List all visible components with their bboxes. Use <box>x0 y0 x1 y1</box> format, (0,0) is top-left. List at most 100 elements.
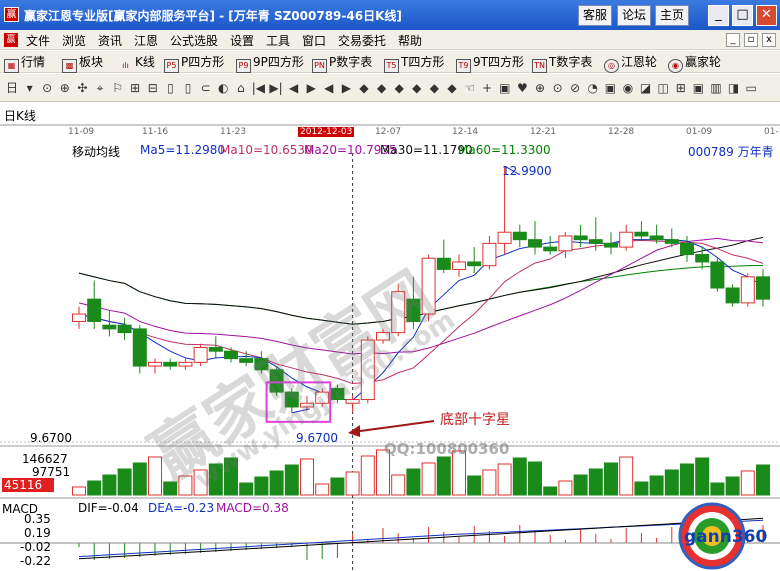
candle-body <box>664 239 679 244</box>
menu-jiangen[interactable]: 江恩 <box>134 32 158 49</box>
tool-quotes[interactable]: ▦ 行情 <box>4 54 45 73</box>
p-table-icon: PN <box>312 59 327 73</box>
forum-button[interactable]: 论坛 <box>617 5 651 26</box>
drawing-tool-icon[interactable]: + <box>479 79 495 97</box>
menu-tools[interactable]: 工具 <box>266 32 290 49</box>
tool-t-table[interactable]: TN T数字表 <box>532 54 592 73</box>
drawing-tool-icon[interactable]: ⊕ <box>532 79 548 97</box>
drawing-tool-icon[interactable]: ◆ <box>356 79 372 97</box>
drawing-tool-icon[interactable]: ◆ <box>409 79 425 97</box>
tool-jiangen-wheel[interactable]: ◎ 江恩轮 <box>604 54 657 73</box>
drawing-tool-icon[interactable]: ◪ <box>638 79 654 97</box>
t-square-icon: T5 <box>384 59 399 73</box>
menu-trading[interactable]: 交易委托 <box>338 32 386 49</box>
volume-bar <box>482 469 497 496</box>
drawing-tool-icon[interactable]: ⊞ <box>127 79 143 97</box>
tool-9p-square[interactable]: P9 9P四方形 <box>236 54 304 73</box>
volume-bar <box>360 455 375 496</box>
menu-formula[interactable]: 公式选股 <box>170 32 218 49</box>
candle-body <box>208 346 223 352</box>
drawing-tool-icon[interactable]: ▯ <box>180 79 196 97</box>
drawing-tool-icon[interactable]: ◔ <box>585 79 601 97</box>
drawing-tool-icon[interactable]: ⊙ <box>39 79 55 97</box>
menu-file[interactable]: 文件 <box>26 32 50 49</box>
service-button[interactable]: 客服 <box>578 5 612 26</box>
drawing-tool-icon[interactable]: ◆ <box>391 79 407 97</box>
volume-bar <box>436 456 451 496</box>
drawing-tool-icon[interactable]: ▣ <box>602 79 618 97</box>
close-icon[interactable]: ✕ <box>756 5 777 26</box>
tool-p-square[interactable]: P5 P四方形 <box>164 54 224 73</box>
drawing-tool-icon[interactable]: ▣ <box>690 79 706 97</box>
volume-bar <box>284 464 299 496</box>
drawing-tool-icon[interactable]: ◀ <box>321 79 337 97</box>
macd-axis-tick: -0.02 <box>20 540 52 554</box>
drawing-tool-icon[interactable]: ▥ <box>708 79 724 97</box>
tool-kline[interactable]: ılı K线 <box>118 54 155 70</box>
tool-kline-label: K线 <box>135 55 155 69</box>
drawing-tool-icon[interactable]: ◐ <box>215 79 231 97</box>
tool-p-table[interactable]: PN P数字表 <box>312 54 372 73</box>
minimize-icon[interactable]: _ <box>708 5 729 26</box>
menu-browse[interactable]: 浏览 <box>62 32 86 49</box>
maximize-icon[interactable]: □ <box>732 5 753 26</box>
drawing-tool-icon[interactable]: ✣ <box>74 79 90 97</box>
tool-sectors[interactable]: ▩ 板块 <box>62 54 103 73</box>
drawing-tool-icon[interactable]: |◀ <box>250 79 266 97</box>
price-axis-low: 9.6700 <box>30 431 72 445</box>
drawing-tool-icon[interactable]: ⊟ <box>145 79 161 97</box>
tool-winner-wheel[interactable]: ◉ 赢家轮 <box>668 54 721 73</box>
toolbar-drawing: 日 ▾ ⊙ ⊕ ✣ ⌖ ⚐ ⊞ ⊟ ▯ ▯ ⊂ ◐ ⌂ |◀ ▶| ◀ ▶ ◀ ▶ ◆ ◆ ◆ ◆ ◆ ◆ ☜ + ▣ ♥ ⊕ ⊙ ⊘ ◔ ▣ ◉ ◪ ◫… <box>0 74 780 102</box>
volume-bar <box>528 461 542 496</box>
drawing-tool-icon[interactable]: ⊕ <box>57 79 73 97</box>
stock-label: 000789 万年青 <box>688 145 774 159</box>
drawing-tool-icon[interactable]: ▶| <box>268 79 284 97</box>
drawing-tool-icon[interactable]: ⊂ <box>198 79 214 97</box>
drawing-tool-icon[interactable]: ⊘ <box>567 79 583 97</box>
drawing-tool-icon[interactable]: ⚐ <box>110 79 126 97</box>
mdi-close-icon[interactable]: x <box>762 33 776 47</box>
drawing-tool-icon[interactable]: 日 <box>4 79 20 97</box>
candle-body <box>102 324 117 330</box>
winner-wheel-icon: ◉ <box>668 59 683 73</box>
candle-body <box>649 235 664 241</box>
drawing-tool-icon[interactable]: ▶ <box>303 79 319 97</box>
date-tick: 12-07 <box>375 127 402 137</box>
drawing-tool-icon[interactable]: ▯ <box>162 79 178 97</box>
tool-9t-square[interactable]: T9 9T四方形 <box>456 54 524 73</box>
drawing-tool-icon[interactable]: ⊙ <box>550 79 566 97</box>
drawing-tool-icon[interactable]: ☜ <box>462 79 478 97</box>
date-tick: 01-09 <box>686 127 713 137</box>
candle-body <box>558 235 573 252</box>
annotation-arrowhead <box>348 425 360 437</box>
menu-window[interactable]: 窗口 <box>302 32 326 49</box>
drawing-tool-icon[interactable]: ⌖ <box>92 79 108 97</box>
drawing-tool-icon[interactable]: ▣ <box>497 79 513 97</box>
grid-icon: ▦ <box>4 59 19 73</box>
tool-t-square[interactable]: T5 T四方形 <box>384 54 444 73</box>
macd-value-label: MACD=0.38 <box>216 501 289 515</box>
menu-info[interactable]: 资讯 <box>98 32 122 49</box>
drawing-tool-icon[interactable]: ◫ <box>655 79 671 97</box>
mdi-restore-icon[interactable]: ▫ <box>744 33 758 47</box>
drawing-tool-icon[interactable]: ▭ <box>743 79 759 97</box>
drawing-tool-icon[interactable]: ▶ <box>338 79 354 97</box>
drawing-tool-icon[interactable]: ⊞ <box>673 79 689 97</box>
drawing-tool-icon[interactable]: ◀ <box>286 79 302 97</box>
drawing-tool-icon[interactable]: ◆ <box>426 79 442 97</box>
drawing-tool-icon[interactable]: ▾ <box>22 79 38 97</box>
drawing-tool-icon[interactable]: ◨ <box>726 79 742 97</box>
menu-settings[interactable]: 设置 <box>230 32 254 49</box>
volume-bar <box>588 468 603 496</box>
candle-body <box>467 261 482 267</box>
drawing-tool-icon[interactable]: ◆ <box>444 79 460 97</box>
drawing-tool-icon[interactable]: ◆ <box>374 79 390 97</box>
drawing-tool-icon[interactable]: ♥ <box>514 79 530 97</box>
drawing-tool-icon[interactable]: ⌂ <box>233 79 249 97</box>
drawing-tool-icon[interactable]: ◉ <box>620 79 636 97</box>
app-logo-icon: 赢 <box>4 7 19 22</box>
menu-help[interactable]: 帮助 <box>398 32 422 49</box>
candle-body <box>604 242 618 248</box>
homepage-button[interactable]: 主页 <box>655 5 689 26</box>
mdi-minimize-icon[interactable]: _ <box>726 33 740 47</box>
